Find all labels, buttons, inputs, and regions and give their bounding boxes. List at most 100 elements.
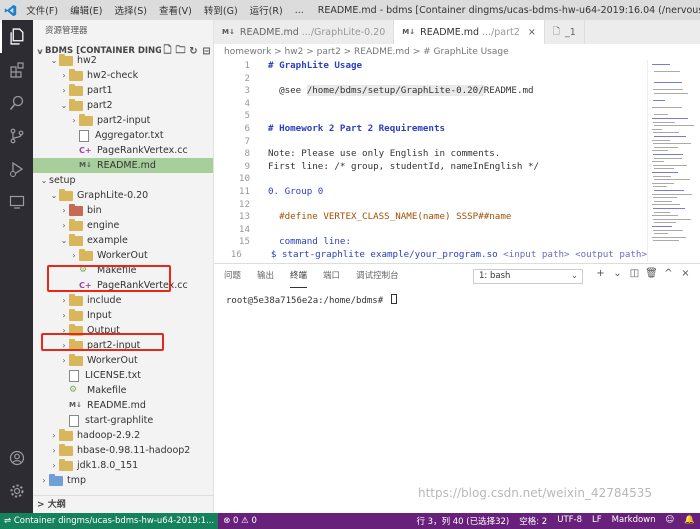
minimap-line [654,179,690,181]
tree-item[interactable]: ⌄ example [33,233,213,248]
remote-indicator[interactable]: ⇌ Container dingms/ucas-bdms-hw-u64-2019… [0,513,219,529]
tree-item[interactable]: › part2-input [33,113,213,128]
tree-item[interactable]: › WorkerOut [33,353,213,368]
gear-icon[interactable] [0,474,33,507]
tree-item[interactable]: ⌄ hw2 [33,53,213,68]
markdown-icon: M↓ [402,28,416,36]
split-icon[interactable]: ◫ [626,268,643,279]
tree-item[interactable]: M↓ README.md [33,158,213,173]
cursor-position[interactable]: 行 3，列 40 (已选择32) [411,515,514,527]
code-line: 1 # GraphLite Usage [214,60,647,73]
tree-item[interactable]: › Input [33,308,213,323]
tree-item[interactable]: › WorkerOut [33,248,213,263]
tab-hint: .../part2 [482,26,520,38]
tab-readme-graphlite[interactable]: M↓ README.md .../GraphLite-0.20 [214,20,395,44]
menu-view[interactable]: 查看(V) [153,3,198,17]
outline-section[interactable]: > 大纲 [33,495,213,513]
tab-readme-part2[interactable]: M↓ README.md .../part2 × [394,20,545,44]
code-line: 6 # Homework 2 Part 2 Requirements [214,123,647,136]
tree-item[interactable]: ⌄ part2 [33,98,213,113]
tree-item[interactable]: ⚙ Makefile [33,383,213,398]
files-icon[interactable] [0,20,33,53]
tree-item[interactable]: M↓ README.md [33,398,213,413]
explorer-title: 资源管理器 [45,26,88,36]
close-icon[interactable]: × [677,268,694,279]
tab-debug-console[interactable]: 调试控制台 [356,264,399,288]
minimap-line [654,233,668,235]
line-text [254,110,268,123]
tree-item[interactable]: › engine [33,218,213,233]
tab-terminal[interactable]: 终端 [290,264,308,288]
tree-item[interactable]: C+ PageRankVertex.cc [33,278,213,293]
tree-item-label: Aggregator.txt [95,130,164,141]
tree-item-label: setup [49,175,76,186]
menu-go[interactable]: 转到(G) [198,3,244,17]
tree-item[interactable]: › part1 [33,83,213,98]
remote-label: Container dingms/ucas-bdms-hw-u64-2019:1… [13,516,215,526]
folder-icon [69,218,83,231]
tree-item[interactable]: ⌄ setup [33,173,213,188]
terminal-prompt: root@5e38a7156e2a:/home/bdms# [226,296,389,306]
tab-problems[interactable]: 问题 [224,264,241,288]
tree-item[interactable]: › hw2-check [33,68,213,83]
outline-label: 大纲 [47,500,66,510]
close-icon[interactable]: × [528,27,536,38]
remote-explorer-icon[interactable] [0,185,33,218]
status-right: 行 3，列 40 (已选择32) 空格: 2 UTF-8 LF Markdown… [411,515,700,527]
tree-item[interactable]: › tmp [33,473,213,488]
indentation[interactable]: 空格: 2 [514,515,552,527]
breadcrumb[interactable]: homework > hw2 > part2 > README.md > # G… [214,44,700,60]
language-mode[interactable]: Markdown [607,515,661,527]
tree-item-label: start-graphlite [85,415,154,426]
terminal-select[interactable]: 1: bash ⌄ [473,269,583,284]
maximize-icon[interactable]: ^ [660,268,677,279]
tree-item[interactable]: › part2-input [33,338,213,353]
extensions-icon[interactable] [0,53,33,86]
tree-item[interactable]: C+ PageRankVertex.cc [33,143,213,158]
chevron-right-icon: › [62,206,66,215]
tree-item[interactable]: › hbase-0.98.11-hadoop2 [33,443,213,458]
tree-item-label: hbase-0.98.11-hadoop2 [77,445,191,456]
problems-count[interactable]: ⊗ 0 ⚠ 0 [218,516,262,526]
tree-item[interactable]: start-graphlite [33,413,213,428]
line-text [254,98,268,111]
tree-item[interactable]: LICENSE.txt [33,368,213,383]
encoding[interactable]: UTF-8 [552,515,587,527]
terminal-output[interactable]: root@5e38a7156e2a:/home/bdms# [226,294,397,306]
tree-item[interactable]: › bin [33,203,213,218]
tree-item[interactable]: › hadoop-2.9.2 [33,428,213,443]
chevron-down-icon[interactable]: ⌄ [609,268,626,279]
tree-item[interactable]: ⚙ Makefile [33,263,213,278]
search-icon[interactable] [0,86,33,119]
minimap[interactable] [647,60,700,262]
add-icon[interactable]: + [592,268,609,279]
account-icon[interactable] [0,441,33,474]
code-token: First line: /* group, studentId, nameInE… [268,160,540,172]
tree-item[interactable]: › jdk1.8.0_151 [33,458,213,473]
minimap-line [652,118,688,119]
end-of-line[interactable]: LF [587,515,607,527]
tab-ports[interactable]: 端口 [323,264,340,288]
minimap-line [652,172,678,173]
menu-selection[interactable]: 选择(S) [109,3,153,17]
menu-edit[interactable]: 编辑(E) [64,3,108,17]
menu-run[interactable]: 运行(R) [244,3,289,17]
source-control-icon[interactable] [0,119,33,152]
tab-untitled[interactable]: 🗋 _1 [545,20,585,44]
tab-output[interactable]: 输出 [257,264,274,288]
trash-icon[interactable]: 🗑 [643,268,660,279]
menu-more[interactable]: ... [289,5,310,16]
run-debug-icon[interactable] [0,152,33,185]
feedback-icon[interactable]: ☺ [661,515,680,527]
bell-icon[interactable]: 🔔 [679,515,700,527]
code-editor[interactable]: 1 # GraphLite Usage 2 3 @see /home/bdms/set… [214,60,647,262]
code-line: 5 [214,110,647,123]
tree-item[interactable]: ⌄ GraphLite-0.20 [33,188,213,203]
tree-item[interactable]: › Output [33,323,213,338]
chevron-down-icon: ⌄ [50,191,58,200]
minimap-line [653,229,683,231]
tree-item[interactable]: Aggregator.txt [33,128,213,143]
menu-file[interactable]: 文件(F) [20,3,64,17]
tree-item[interactable]: › include [33,293,213,308]
code-line: 8 Note: Please use only English in commen… [214,148,647,161]
